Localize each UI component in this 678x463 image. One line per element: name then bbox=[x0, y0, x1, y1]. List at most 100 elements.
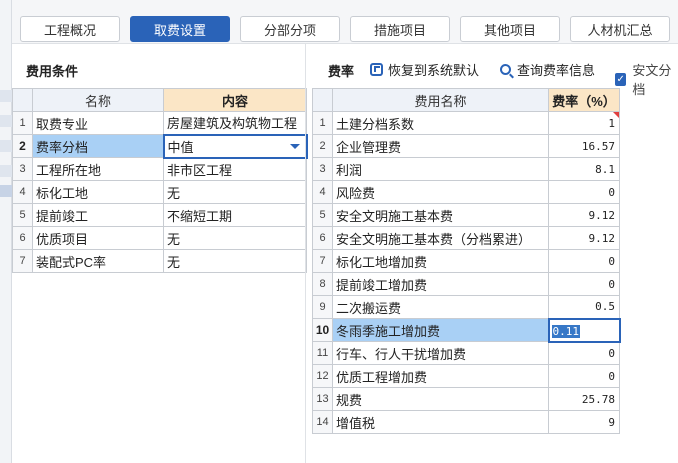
rate-value[interactable]: 9 bbox=[548, 410, 620, 434]
rate-value[interactable]: 0 bbox=[548, 364, 620, 388]
table-row: 5 安全文明施工基本费 9.12 bbox=[312, 203, 620, 227]
fee-name[interactable]: 规费 bbox=[332, 387, 549, 411]
fee-name[interactable]: 利润 bbox=[332, 157, 549, 181]
fee-name[interactable]: 土建分档系数 bbox=[332, 111, 549, 135]
row-index: 4 bbox=[12, 180, 33, 204]
row-index: 12 bbox=[312, 364, 333, 388]
row-index: 13 bbox=[312, 387, 333, 411]
fee-name[interactable]: 提前竣工增加费 bbox=[332, 272, 549, 296]
condition-name[interactable]: 标化工地 bbox=[32, 180, 164, 204]
rate-edit-field[interactable]: 0.11 bbox=[547, 317, 621, 343]
restore-default-button[interactable]: 恢复到系统默认 bbox=[370, 60, 479, 79]
table-row: 6 安全文明施工基本费（分档累进） 9.12 bbox=[312, 226, 620, 250]
name-header: 名称 bbox=[32, 88, 164, 112]
fee-conditions-table: 名称 内容 1 取费专业 房屋建筑及构筑物工程 2 费率分档 中值 3 工程所在… bbox=[12, 88, 308, 273]
table-row: 9 二次搬运费 0.5 bbox=[312, 295, 620, 319]
rate-value[interactable]: 0 bbox=[548, 341, 620, 365]
condition-name[interactable]: 取费专业 bbox=[32, 111, 164, 135]
condition-value[interactable]: 非市区工程 bbox=[163, 157, 307, 181]
panel-divider bbox=[305, 44, 306, 463]
condition-value[interactable]: 房屋建筑及构筑物工程 bbox=[163, 111, 307, 135]
rate-value[interactable]: 9.12 bbox=[548, 203, 620, 227]
row-index: 3 bbox=[12, 157, 33, 181]
safety-tier-checkbox[interactable]: ✓ 安文分档 bbox=[615, 60, 678, 98]
table-row: 11 行车、行人干扰增加费 0 bbox=[312, 341, 620, 365]
gutter-marker bbox=[0, 185, 12, 197]
gutter-marker bbox=[0, 115, 12, 127]
fee-conditions-title: 费用条件 bbox=[26, 64, 79, 79]
table-row: 4 风险费 0 bbox=[312, 180, 620, 204]
safety-tier-label: 安文分档 bbox=[632, 63, 672, 97]
table-row: 12 优质工程增加费 0 bbox=[312, 364, 620, 388]
table-row: 2 费率分档 中值 bbox=[12, 133, 308, 159]
left-gutter bbox=[0, 0, 12, 463]
rate-value[interactable]: 0 bbox=[548, 272, 620, 296]
row-index: 6 bbox=[12, 226, 33, 250]
rate-tier-dropdown[interactable]: 中值 bbox=[162, 133, 308, 159]
tab-measure-items[interactable]: 措施项目 bbox=[350, 16, 450, 42]
table-row: 5 提前竣工 不缩短工期 bbox=[12, 203, 307, 227]
rate-value[interactable]: 8.1 bbox=[548, 157, 620, 181]
rate-value[interactable]: 25.78 bbox=[548, 387, 620, 411]
condition-name-selected[interactable]: 费率分档 bbox=[32, 134, 164, 158]
restore-default-label: 恢复到系统默认 bbox=[388, 63, 480, 78]
fee-name[interactable]: 风险费 bbox=[332, 180, 549, 204]
fee-name[interactable]: 二次搬运费 bbox=[332, 295, 549, 319]
condition-value[interactable]: 无 bbox=[163, 226, 307, 250]
condition-name[interactable]: 工程所在地 bbox=[32, 157, 164, 181]
condition-value[interactable]: 无 bbox=[163, 249, 307, 273]
tab-project-overview[interactable]: 工程概况 bbox=[20, 16, 120, 42]
rate-tier-value: 中值 bbox=[167, 139, 194, 155]
row-index: 7 bbox=[312, 249, 333, 273]
rate-value[interactable]: 0 bbox=[548, 249, 620, 273]
row-index: 4 bbox=[312, 180, 333, 204]
row-index: 5 bbox=[12, 203, 33, 227]
row-index: 9 bbox=[312, 295, 333, 319]
fee-name[interactable]: 优质工程增加费 bbox=[332, 364, 549, 388]
search-icon bbox=[500, 64, 511, 75]
condition-name[interactable]: 提前竣工 bbox=[32, 203, 164, 227]
chevron-down-icon[interactable] bbox=[289, 143, 300, 149]
row-index: 8 bbox=[312, 272, 333, 296]
table-row: 1 土建分档系数 1 bbox=[312, 111, 620, 135]
rate-value[interactable]: 9.12 bbox=[548, 226, 620, 250]
table-row: 7 装配式PC率 无 bbox=[12, 249, 307, 273]
condition-value[interactable]: 不缩短工期 bbox=[163, 203, 307, 227]
rates-table: 费用名称 费率（%） 1 土建分档系数 1 2 企业管理费 16.57 3 利润… bbox=[312, 88, 621, 434]
tab-labor-material-summary[interactable]: 人材机汇总 bbox=[570, 16, 670, 42]
gutter-marker bbox=[0, 90, 12, 102]
rate-header: 费率（%） bbox=[548, 88, 620, 112]
rate-value[interactable]: 16.57 bbox=[548, 134, 620, 158]
tab-other-items[interactable]: 其他项目 bbox=[460, 16, 560, 42]
rates-title: 费率 bbox=[328, 64, 355, 79]
rate-value[interactable]: 0 bbox=[548, 180, 620, 204]
rate-value[interactable]: 1 bbox=[548, 111, 620, 135]
content-header: 内容 bbox=[163, 88, 307, 112]
gutter-marker bbox=[0, 165, 12, 177]
rate-value[interactable]: 0.5 bbox=[548, 295, 620, 319]
table-row-selected: 10 冬雨季施工增加费 0.11 bbox=[312, 317, 621, 343]
row-index: 2 bbox=[12, 134, 33, 158]
gutter-marker bbox=[0, 140, 12, 152]
condition-value[interactable]: 无 bbox=[163, 180, 307, 204]
query-rate-label: 查询费率信息 bbox=[517, 63, 596, 78]
table-row: 3 工程所在地 非市区工程 bbox=[12, 157, 307, 181]
row-index: 14 bbox=[312, 410, 333, 434]
tab-subdivision-items[interactable]: 分部分项 bbox=[240, 16, 340, 42]
query-rate-button[interactable]: 查询费率信息 bbox=[500, 60, 595, 79]
fee-name[interactable]: 行车、行人干扰增加费 bbox=[332, 341, 549, 365]
fee-name[interactable]: 标化工地增加费 bbox=[332, 249, 549, 273]
fee-name[interactable]: 安全文明施工基本费 bbox=[332, 203, 549, 227]
fee-name[interactable]: 企业管理费 bbox=[332, 134, 549, 158]
table-row: 2 企业管理费 16.57 bbox=[312, 134, 620, 158]
row-index: 1 bbox=[12, 111, 33, 135]
tab-fee-settings[interactable]: 取费设置 bbox=[130, 16, 230, 42]
condition-name[interactable]: 装配式PC率 bbox=[32, 249, 164, 273]
fee-name[interactable]: 安全文明施工基本费（分档累进） bbox=[332, 226, 549, 250]
table-row: 14 增值税 9 bbox=[312, 410, 620, 434]
checkbox-checked-icon[interactable]: ✓ bbox=[615, 72, 627, 86]
fee-name[interactable]: 增值税 bbox=[332, 410, 549, 434]
condition-name[interactable]: 优质项目 bbox=[32, 226, 164, 250]
fee-name-selected[interactable]: 冬雨季施工增加费 bbox=[332, 318, 549, 342]
table-row: 1 取费专业 房屋建筑及构筑物工程 bbox=[12, 111, 307, 135]
